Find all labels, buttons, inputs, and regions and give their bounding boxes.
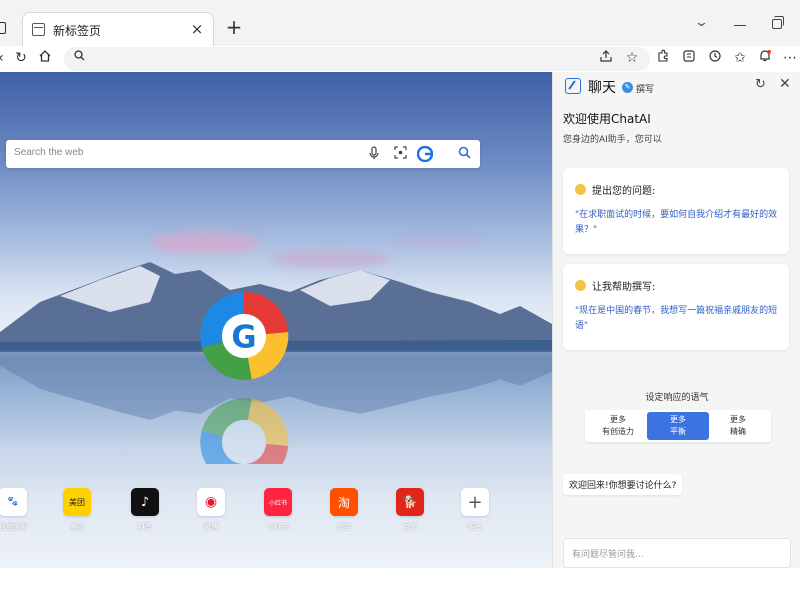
profile-icon[interactable]: [680, 49, 698, 67]
shortcut-bar: 🐾 百度搜索 美团 美团 ♪ 抖音 ◉ 微博 小红书 小红书 淘 淘宝 🐕 京东…: [0, 488, 552, 538]
restore-icon[interactable]: [772, 16, 784, 29]
chat-input-placeholder: 有问题尽管问我...: [572, 550, 644, 560]
card-heading: 提出您的问题:: [575, 182, 655, 197]
shortcut-xiaohongshu[interactable]: 小红书 小红书: [253, 488, 303, 532]
svg-text:G: G: [231, 320, 256, 356]
jd-icon: 🐕: [396, 488, 424, 516]
logo-reflection: [196, 394, 292, 464]
weibo-icon: ◉: [197, 488, 225, 516]
shortcut-label: 微博: [204, 523, 218, 531]
microphone-icon[interactable]: [366, 146, 382, 162]
background-cloud: [150, 232, 260, 254]
history-icon[interactable]: [706, 49, 724, 67]
plus-icon: +: [461, 488, 489, 516]
baidu-icon: 🐾: [0, 488, 27, 516]
background-cloud: [392, 236, 482, 246]
title-bar: 新标签页 × + ⌄: [0, 0, 800, 46]
web-search-box[interactable]: Search the web: [6, 140, 480, 168]
refresh-icon[interactable]: ↻: [755, 77, 766, 92]
tab-page-icon: [32, 23, 45, 36]
star-icon[interactable]: ☆: [623, 49, 641, 67]
tone-creative[interactable]: 更多 有创造力: [587, 412, 649, 440]
thinking-emoji-icon: [575, 184, 586, 195]
card-example[interactable]: "现在是中国的春节，我想写一篇祝福亲戚朋友的短语": [575, 304, 780, 334]
tone-selector: 更多 有创造力 更多 平衡 更多 精确: [585, 410, 771, 442]
browser-logo-icon: G: [200, 291, 289, 380]
search-placeholder: Search the web: [14, 147, 84, 158]
search-icon: [74, 50, 85, 64]
chat-input[interactable]: 有问题尽管问我...: [563, 538, 791, 568]
toolbar: ‹ ↻ ☆ ✩ ⋯: [0, 46, 800, 72]
shortcut-label: 更多: [468, 523, 482, 531]
writing-emoji-icon: [575, 280, 586, 291]
chat-tab[interactable]: 聊天: [588, 77, 616, 97]
suggestion-card-question[interactable]: 提出您的问题: "在求职面试的时候，要如何自我介绍才有最好的效果？": [563, 168, 789, 254]
notifications-icon[interactable]: [756, 49, 774, 67]
shortcut-label: 京东: [403, 523, 417, 531]
search-engine-logo-icon[interactable]: [416, 145, 434, 163]
meituan-icon: 美团: [63, 488, 91, 516]
welcome-subtitle: 您身边的AI助手，您可以: [563, 135, 662, 145]
more-icon[interactable]: ⋯: [781, 49, 799, 67]
favorites-icon[interactable]: ✩: [731, 49, 749, 67]
shortcut-label: 小红书: [267, 523, 289, 531]
share-icon[interactable]: [597, 49, 615, 67]
tab-actions-icon[interactable]: [0, 22, 6, 34]
shortcut-douyin[interactable]: ♪ 抖音: [120, 488, 170, 532]
chevron-down-icon[interactable]: ⌄: [694, 15, 709, 30]
chat-panel: 聊天 ✎ 撰写 ↻ ✕ 欢迎使用ChatAI 您身边的AI助手，您可以 提出您的…: [552, 72, 800, 568]
close-icon[interactable]: ✕: [779, 76, 791, 92]
shortcut-label: 百度搜索: [0, 523, 27, 531]
tone-balanced[interactable]: 更多 平衡: [647, 412, 709, 440]
close-tab-icon[interactable]: ×: [189, 20, 205, 38]
extensions-icon[interactable]: [654, 49, 672, 67]
shortcut-jd[interactable]: 🐕 京东: [385, 488, 435, 532]
home-icon[interactable]: [36, 49, 54, 67]
search-icon[interactable]: [456, 146, 472, 162]
shortcut-taobao[interactable]: 淘 淘宝: [319, 488, 369, 532]
shortcut-baidu[interactable]: 🐾 百度搜索: [0, 488, 38, 532]
compose-tab[interactable]: 撰写: [636, 82, 654, 95]
tone-precise[interactable]: 更多 精确: [707, 412, 769, 440]
chat-edit-icon: [565, 78, 581, 94]
back-icon[interactable]: ‹: [0, 49, 10, 67]
compose-icon: ✎: [622, 82, 633, 93]
welcome-title: 欢迎使用ChatAI: [563, 112, 651, 126]
shortcut-label: 淘宝: [337, 523, 351, 531]
tab-title: 新标签页: [53, 24, 102, 38]
suggestion-card-compose[interactable]: 让我帮助撰写: "现在是中国的春节，我想写一篇祝福亲戚朋友的短语": [563, 264, 789, 350]
card-heading: 让我帮助撰写:: [575, 278, 655, 293]
shortcut-label: 抖音: [138, 523, 152, 531]
refresh-icon[interactable]: ↻: [12, 49, 30, 67]
shortcut-meituan[interactable]: 美团 美团: [52, 488, 102, 532]
visual-search-icon[interactable]: [392, 146, 408, 162]
new-tab-page: Search the web G 🐾 百度搜索 美团 美团 ♪ 抖音 ◉ 微博 …: [0, 72, 552, 568]
minimize-icon[interactable]: [734, 25, 746, 26]
shortcut-label: 美团: [70, 523, 84, 531]
chat-panel-header: 聊天 ✎ 撰写 ↻ ✕: [553, 72, 800, 100]
shortcut-weibo[interactable]: ◉ 微博: [186, 488, 236, 532]
taobao-icon: 淘: [330, 488, 358, 516]
xiaohongshu-icon: 小红书: [264, 488, 292, 516]
tone-label: 设定响应的语气: [645, 393, 709, 403]
tab-new-tab[interactable]: 新标签页 ×: [22, 12, 214, 46]
shortcut-more[interactable]: + 更多: [450, 488, 500, 532]
card-example[interactable]: "在求职面试的时候，要如何自我介绍才有最好的效果？": [575, 208, 780, 238]
browser-window: 新标签页 × + ⌄ ‹ ↻ ☆ ✩: [0, 0, 800, 600]
window-bottom-edge: [0, 568, 800, 600]
douyin-icon: ♪: [131, 488, 159, 516]
new-tab-button[interactable]: +: [224, 17, 244, 37]
assistant-message: 欢迎回来!你想要讨论什么?: [563, 474, 683, 495]
address-bar[interactable]: [64, 47, 650, 71]
